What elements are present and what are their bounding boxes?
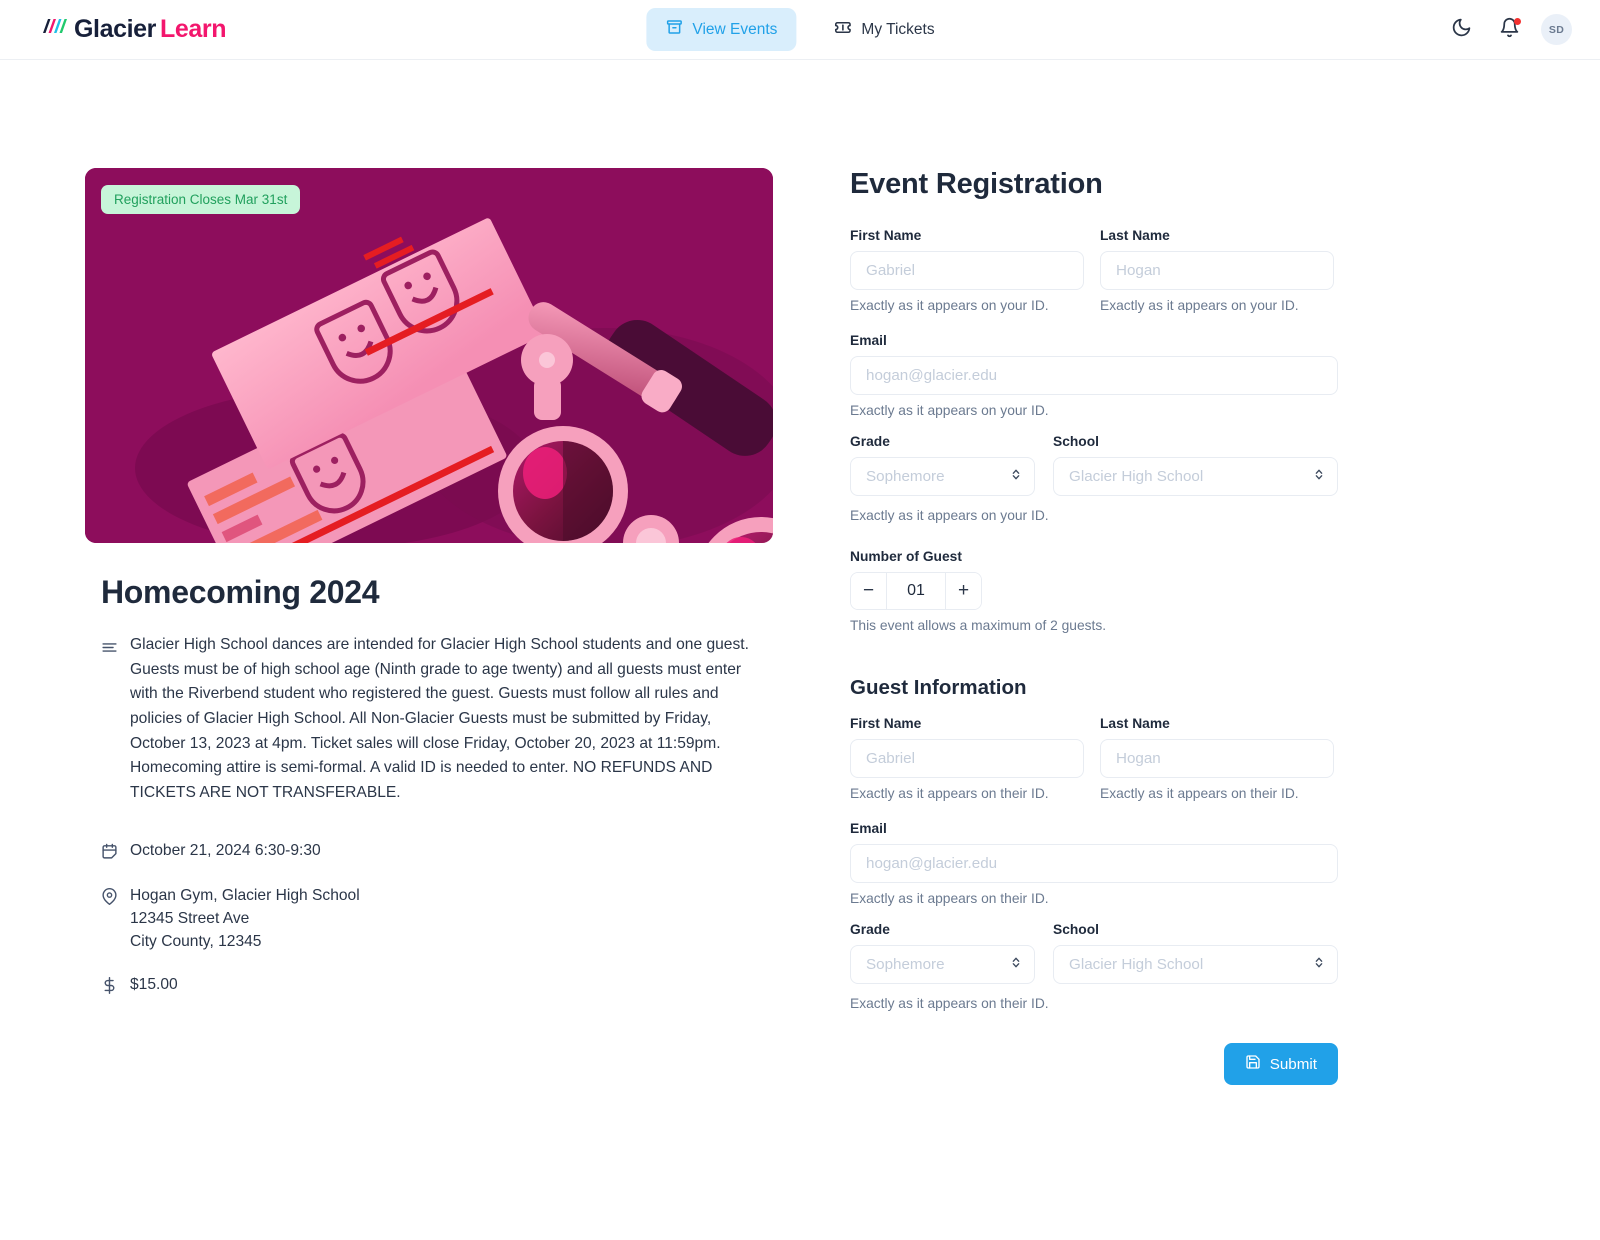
event-description-row: Glacier High School dances are intended … bbox=[101, 633, 775, 805]
event-location-city: City County, 12345 bbox=[130, 933, 261, 950]
guest-grade-label: Grade bbox=[850, 922, 1053, 937]
event-title: Homecoming 2024 bbox=[101, 574, 775, 611]
header-actions: SD bbox=[1445, 14, 1572, 46]
guest-email-helper: Exactly as it appears on their ID. bbox=[850, 891, 1338, 906]
registrant-grade-field: Grade Sophemore bbox=[850, 434, 1053, 496]
registrant-school-label: School bbox=[1053, 434, 1338, 449]
ticket-icon bbox=[833, 18, 852, 42]
guest-first-name-label: First Name bbox=[850, 716, 1100, 731]
calendar-icon bbox=[101, 840, 118, 865]
registrant-grade-label: Grade bbox=[850, 434, 1053, 449]
guest-email-input[interactable] bbox=[850, 844, 1338, 883]
archive-ticket-icon bbox=[665, 18, 683, 41]
guest-name-row: First Name Exactly as it appears on thei… bbox=[850, 716, 1350, 805]
logo-text-learn: Learn bbox=[160, 15, 226, 44]
guest-count-value: 01 bbox=[887, 573, 945, 609]
guest-increment-button[interactable]: + bbox=[945, 573, 981, 609]
event-location-name: Hogan Gym, Glacier High School bbox=[130, 887, 360, 904]
guest-information-title: Guest Information bbox=[850, 676, 1350, 700]
theme-toggle-button[interactable] bbox=[1445, 14, 1477, 46]
registrant-email-input[interactable] bbox=[850, 356, 1338, 395]
number-of-guests-field: Number of Guest − 01 + This event allows… bbox=[850, 549, 1350, 633]
guest-grade-select[interactable]: Sophemore bbox=[850, 945, 1035, 984]
registrant-email-label: Email bbox=[850, 333, 1338, 348]
submit-button-label: Submit bbox=[1270, 1056, 1317, 1073]
guest-email-field: Email Exactly as it appears on their ID. bbox=[850, 821, 1338, 906]
tab-view-events[interactable]: View Events bbox=[646, 8, 796, 51]
guest-grade-school-helper: Exactly as it appears on their ID. bbox=[850, 996, 1350, 1011]
event-meta-list: October 21, 2024 6:30-9:30 Hogan Gym, Gl… bbox=[101, 840, 775, 998]
guest-last-name-field: Last Name Exactly as it appears on their… bbox=[1100, 716, 1350, 801]
registrant-email-field: Email Exactly as it appears on your ID. bbox=[850, 333, 1338, 418]
event-location-row: Hogan Gym, Glacier High School 12345 Str… bbox=[101, 885, 775, 953]
registrant-first-name-input[interactable] bbox=[850, 251, 1084, 290]
map-pin-icon bbox=[101, 885, 118, 910]
registrant-last-name-input[interactable] bbox=[1100, 251, 1334, 290]
registrant-last-name-field: Last Name Exactly as it appears on your … bbox=[1100, 228, 1350, 313]
registrant-last-name-label: Last Name bbox=[1100, 228, 1350, 243]
registrant-last-name-helper: Exactly as it appears on your ID. bbox=[1100, 298, 1350, 313]
guest-first-name-helper: Exactly as it appears on their ID. bbox=[850, 786, 1100, 801]
submit-button[interactable]: Submit bbox=[1224, 1043, 1338, 1085]
tab-view-events-label: View Events bbox=[692, 21, 777, 39]
guest-school-field: School Glacier High School bbox=[1053, 922, 1338, 984]
registration-closes-badge: Registration Closes Mar 31st bbox=[101, 185, 300, 214]
number-of-guests-label: Number of Guest bbox=[850, 549, 1350, 564]
event-price-row: $15.00 bbox=[101, 974, 775, 999]
notification-badge-dot bbox=[1514, 18, 1521, 25]
glacierlearn-logo-icon bbox=[40, 14, 68, 45]
guest-school-select[interactable]: Glacier High School bbox=[1053, 945, 1338, 984]
tab-my-tickets[interactable]: My Tickets bbox=[814, 8, 953, 52]
moon-icon bbox=[1451, 17, 1472, 43]
user-avatar[interactable]: SD bbox=[1541, 14, 1572, 45]
app-header: GlacierLearn View Events My Tickets bbox=[0, 0, 1600, 60]
event-price: $15.00 bbox=[130, 974, 178, 997]
registrant-grade-select[interactable]: Sophemore bbox=[850, 457, 1035, 496]
guest-last-name-label: Last Name bbox=[1100, 716, 1350, 731]
logo-text-glacier: Glacier bbox=[74, 15, 156, 44]
number-of-guests-helper: This event allows a maximum of 2 guests. bbox=[850, 618, 1350, 633]
guest-first-name-field: First Name Exactly as it appears on thei… bbox=[850, 716, 1100, 801]
app-logo[interactable]: GlacierLearn bbox=[40, 14, 226, 45]
page-content: Registration Closes Mar 31st Homecoming … bbox=[0, 60, 1600, 1085]
guest-grade-field: Grade Sophemore bbox=[850, 922, 1053, 984]
event-hero-image: Registration Closes Mar 31st bbox=[85, 168, 773, 543]
guest-school-label: School bbox=[1053, 922, 1338, 937]
registrant-first-name-helper: Exactly as it appears on your ID. bbox=[850, 298, 1100, 313]
notifications-button[interactable] bbox=[1493, 14, 1525, 46]
event-description: Glacier High School dances are intended … bbox=[130, 633, 766, 805]
event-date: October 21, 2024 6:30-9:30 bbox=[130, 840, 321, 863]
registrant-grade-school-helper: Exactly as it appears on your ID. bbox=[850, 508, 1350, 523]
event-illustration-icon bbox=[85, 168, 773, 543]
registration-title: Event Registration bbox=[850, 168, 1350, 201]
registrant-first-name-label: First Name bbox=[850, 228, 1100, 243]
event-location-street: 12345 Street Ave bbox=[130, 910, 249, 927]
registrant-email-helper: Exactly as it appears on your ID. bbox=[850, 403, 1338, 418]
tab-my-tickets-label: My Tickets bbox=[861, 21, 934, 39]
registrant-name-row: First Name Exactly as it appears on your… bbox=[850, 228, 1350, 317]
submit-row: Submit bbox=[850, 1043, 1338, 1085]
save-icon bbox=[1245, 1054, 1261, 1074]
registration-form-column: Event Registration First Name Exactly as… bbox=[850, 168, 1350, 1085]
registrant-school-select[interactable]: Glacier High School bbox=[1053, 457, 1338, 496]
event-date-row: October 21, 2024 6:30-9:30 bbox=[101, 840, 775, 865]
registrant-first-name-field: First Name Exactly as it appears on your… bbox=[850, 228, 1100, 313]
guest-decrement-button[interactable]: − bbox=[851, 573, 887, 609]
guest-email-label: Email bbox=[850, 821, 1338, 836]
guest-quantity-stepper: − 01 + bbox=[850, 572, 982, 610]
event-details-column: Registration Closes Mar 31st Homecoming … bbox=[85, 168, 775, 1085]
registrant-school-field: School Glacier High School bbox=[1053, 434, 1338, 496]
main-navigation: View Events My Tickets bbox=[646, 8, 953, 52]
guest-first-name-input[interactable] bbox=[850, 739, 1084, 778]
guest-last-name-helper: Exactly as it appears on their ID. bbox=[1100, 786, 1350, 801]
dollar-icon bbox=[101, 974, 118, 999]
guest-grade-school-row: Grade Sophemore School bbox=[850, 922, 1350, 988]
registrant-grade-school-row: Grade Sophemore School bbox=[850, 434, 1350, 500]
description-list-icon bbox=[101, 633, 118, 661]
guest-last-name-input[interactable] bbox=[1100, 739, 1334, 778]
